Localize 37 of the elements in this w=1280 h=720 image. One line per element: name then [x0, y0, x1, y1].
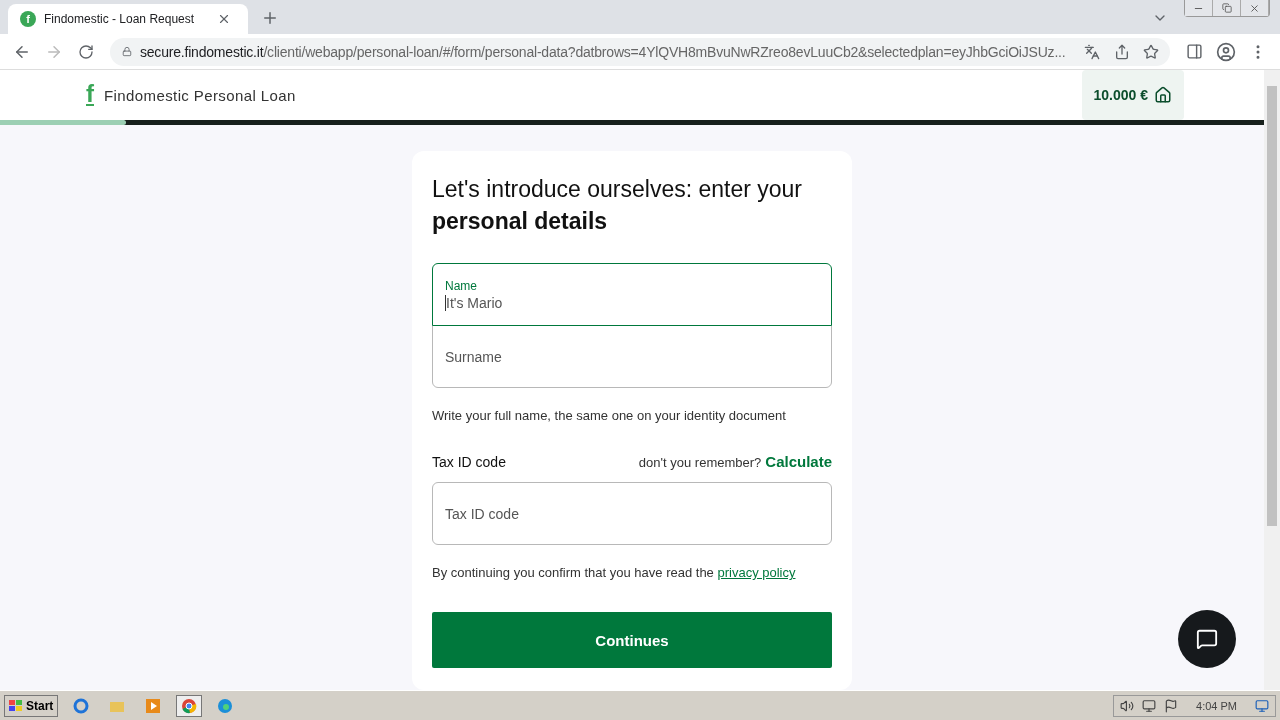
favicon: f	[20, 11, 36, 27]
amount-button[interactable]: 10.000 €	[1081, 70, 1184, 120]
tab-title: Findomestic - Loan Request	[44, 12, 196, 26]
chat-icon	[1196, 628, 1218, 650]
network-icon[interactable]	[1142, 698, 1157, 713]
consent-text: By continuing you confirm that you have read the privacy policy	[432, 565, 797, 580]
question-text: don't you remember?	[638, 455, 762, 470]
text-input[interactable]: It's Mario	[445, 294, 819, 311]
privacy-link[interactable]: privacy policy	[717, 565, 796, 580]
brand-logo: f	[86, 84, 94, 106]
desktop-icon[interactable]	[1255, 698, 1269, 713]
close-window-icon[interactable]	[1241, 0, 1269, 16]
field-hint: Write your full name, the same one on your identity document	[432, 408, 787, 423]
chrome-icon[interactable]	[176, 694, 203, 717]
field-label: Tax ID code	[432, 454, 507, 470]
restore-icon[interactable]	[1213, 0, 1241, 16]
chat-button[interactable]	[1178, 610, 1236, 668]
clock: 4:04 PM	[1196, 699, 1237, 712]
calculate-link[interactable]: Calculate	[765, 453, 832, 470]
text-input[interactable]: Surname	[445, 348, 819, 365]
scrollbar[interactable]	[1264, 70, 1280, 690]
flag-icon[interactable]	[1164, 698, 1179, 713]
windows-logo-icon	[9, 699, 23, 712]
text-field[interactable]: Surname	[432, 325, 832, 388]
field-label: Name	[445, 278, 478, 293]
minimize-icon[interactable]	[1185, 0, 1213, 16]
lock-icon	[122, 45, 132, 58]
brand-name: Findomestic Personal Loan	[104, 86, 296, 104]
text-input[interactable]: Tax ID code	[445, 505, 819, 522]
text-field[interactable]: Name It's Mario	[432, 263, 832, 326]
text-field[interactable]: Tax ID code	[432, 482, 832, 545]
home-icon	[1154, 86, 1172, 104]
start-button[interactable]: Start	[4, 694, 59, 717]
browser-tab[interactable]: f Findomestic - Loan Request	[8, 4, 248, 34]
continue-button[interactable]: Continues	[432, 612, 832, 668]
volume-icon[interactable]	[1120, 698, 1135, 713]
form-heading: Let's introduce ourselves: enter your personal details	[432, 175, 804, 236]
